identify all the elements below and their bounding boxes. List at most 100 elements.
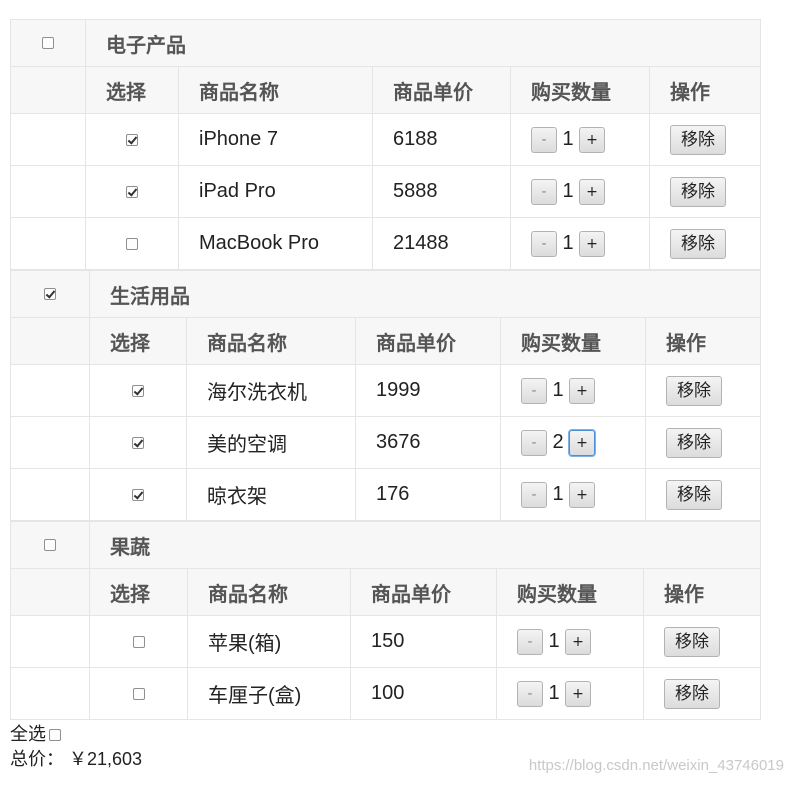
remove-button[interactable]: 移除 [666,427,722,458]
increase-quantity-button[interactable]: + [579,178,605,205]
item-checkbox[interactable] [132,635,145,648]
category-name: 电子产品 [84,19,762,67]
decrease-quantity-button[interactable]: - [517,680,543,707]
decrease-quantity-button[interactable]: - [521,429,547,456]
quantity-value: 1 [562,232,574,254]
select-all-row: 全选 [10,722,142,747]
increase-quantity-button[interactable]: + [579,230,605,257]
product-name: 车厘子(盒) [187,667,351,720]
category-header: 电子产品 [10,19,762,67]
cart-footer: 全选 总价： ￥21,603 [10,722,142,772]
category-checkbox-cell [10,270,90,318]
product-name: 海尔洗衣机 [186,364,356,417]
item-checkbox-cell [89,468,187,521]
remove-button[interactable]: 移除 [664,626,720,657]
item-checkbox[interactable] [126,237,138,250]
column-header-select: 选择 [89,317,187,365]
product-name: 苹果(箱) [187,615,351,668]
total-value: ￥21,603 [69,749,143,769]
row-spacer [10,615,90,668]
increase-quantity-button[interactable]: + [569,377,595,404]
product-name: iPad Pro [178,165,373,218]
column-header-quantity: 购买数量 [510,66,650,114]
row-spacer [10,468,90,521]
item-checkbox-cell [89,364,187,417]
action-cell: 移除 [648,165,762,218]
decrease-quantity-button[interactable]: - [531,178,557,205]
product-price: 6188 [372,113,511,166]
decrease-quantity-button[interactable]: - [531,230,557,257]
decrease-quantity-button[interactable]: - [517,628,543,655]
quantity-stepper: -1 + [500,468,646,521]
column-header-quantity: 购买数量 [500,317,646,365]
quantity-stepper: -2 + [500,416,646,469]
category-table: 果蔬 选择 商品名称 商品单价 购买数量 操作 苹果(箱) 150-1 + 移除 车厘子(盒) 100… [10,521,762,720]
increase-quantity-button[interactable]: + [565,680,591,707]
category-name: 果蔬 [88,521,762,569]
quantity-value: 1 [552,379,564,401]
item-checkbox[interactable] [132,384,144,397]
shopping-cart: 电子产品 选择 商品名称 商品单价 购买数量 操作 iPhone 7 6188-1 + 移除 iPa… [10,19,762,720]
product-row: iPad Pro 5888-1 + 移除 [10,165,762,218]
action-cell: 移除 [648,113,762,166]
remove-button[interactable]: 移除 [664,678,720,709]
remove-button[interactable]: 移除 [670,176,726,207]
product-price: 1999 [355,364,501,417]
category-checkbox[interactable] [44,539,56,552]
column-header-action: 操作 [644,317,762,365]
item-checkbox[interactable] [132,436,144,449]
category-checkbox-cell [10,19,86,67]
column-header-select: 选择 [89,568,188,616]
product-price: 100 [350,667,497,720]
quantity-stepper: -1 + [510,217,650,270]
row-spacer [10,217,86,270]
header-spacer [10,317,90,365]
header-spacer [10,66,86,114]
increase-quantity-button[interactable]: + [569,481,595,508]
remove-button[interactable]: 移除 [666,479,722,510]
increase-quantity-button[interactable]: + [569,429,595,456]
column-header-row: 选择 商品名称 商品单价 购买数量 操作 [10,568,762,616]
product-price: 176 [355,468,501,521]
decrease-quantity-button[interactable]: - [521,481,547,508]
decrease-quantity-button[interactable]: - [531,126,557,153]
decrease-quantity-button[interactable]: - [521,377,547,404]
column-header-row: 选择 商品名称 商品单价 购买数量 操作 [10,66,762,114]
product-row: iPhone 7 6188-1 + 移除 [10,113,762,166]
row-spacer [10,667,90,720]
remove-button[interactable]: 移除 [670,228,726,259]
select-all-checkbox[interactable] [49,729,61,741]
column-header-action: 操作 [642,568,762,616]
product-name: 美的空调 [186,416,356,469]
category-checkbox[interactable] [44,288,56,301]
product-price: 21488 [372,217,511,270]
item-checkbox[interactable] [132,687,145,700]
quantity-stepper: -1 + [510,113,650,166]
increase-quantity-button[interactable]: + [579,126,605,153]
remove-button[interactable]: 移除 [666,375,722,406]
action-cell: 移除 [642,667,762,720]
column-header-price: 商品单价 [372,66,511,114]
category-name: 生活用品 [88,270,762,318]
product-price: 3676 [355,416,501,469]
column-header-row: 选择 商品名称 商品单价 购买数量 操作 [10,317,762,365]
product-price: 5888 [372,165,511,218]
product-name: 晾衣架 [186,468,356,521]
column-header-price: 商品单价 [355,317,501,365]
row-spacer [10,416,90,469]
product-row: 车厘子(盒) 100-1 + 移除 [10,667,762,720]
quantity-value: 1 [562,128,574,150]
increase-quantity-button[interactable]: + [565,628,591,655]
quantity-stepper: -1 + [500,364,646,417]
product-name: iPhone 7 [178,113,373,166]
select-all-label: 全选 [10,724,46,744]
item-checkbox[interactable] [126,133,138,146]
column-header-name: 商品名称 [187,568,351,616]
remove-button[interactable]: 移除 [670,124,726,155]
item-checkbox[interactable] [132,488,144,501]
column-header-price: 商品单价 [350,568,497,616]
item-checkbox[interactable] [126,185,138,198]
category-checkbox[interactable] [42,37,54,50]
product-row: 晾衣架 176-1 + 移除 [10,468,762,521]
product-name: MacBook Pro [178,217,373,270]
